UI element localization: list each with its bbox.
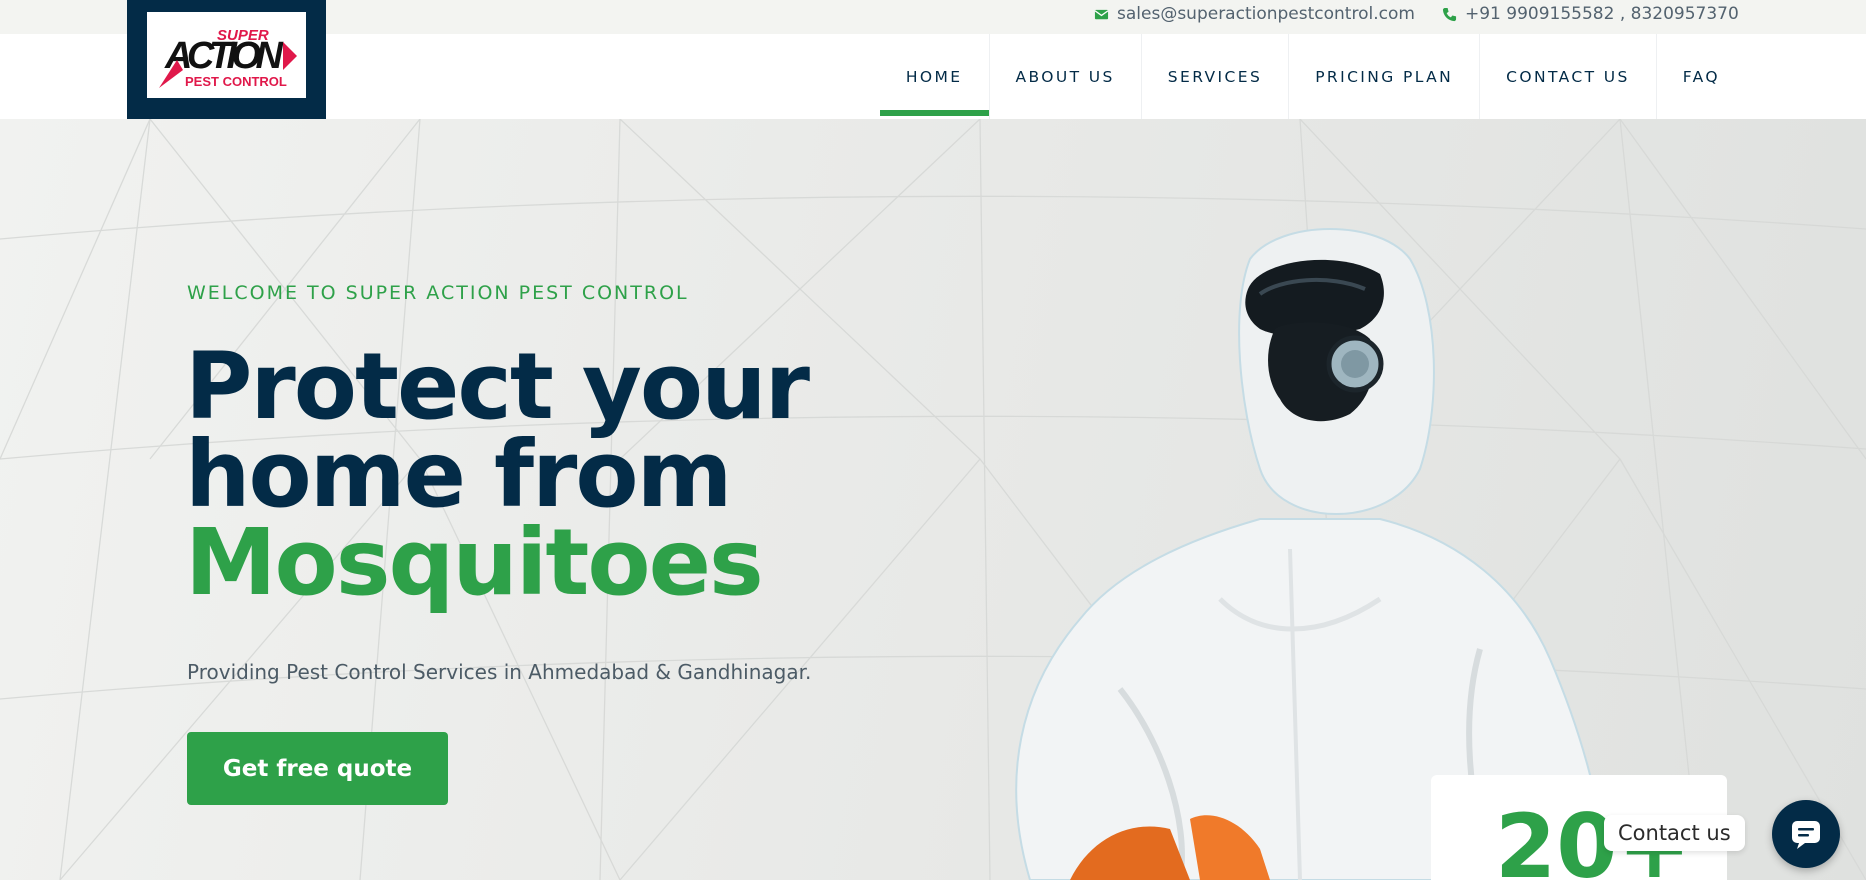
contact-fab-button[interactable] <box>1772 800 1840 868</box>
nav-contact-us[interactable]: CONTACT US <box>1480 34 1657 119</box>
headline-line-2: home from <box>185 421 732 528</box>
email-text[interactable]: sales@superactionpestcontrol.com <box>1117 4 1415 24</box>
nav-home[interactable]: HOME <box>879 34 990 119</box>
main-nav: HOME ABOUT US SERVICES PRICING PLAN CONT… <box>879 34 1720 119</box>
nav-faq-label[interactable]: FAQ <box>1683 68 1720 86</box>
logo-pest-control: PEST CONTROL <box>185 74 287 89</box>
logo-graphic: SUPER ACTION PEST CONTROL <box>159 27 297 89</box>
logo[interactable]: SUPER ACTION PEST CONTROL <box>127 0 326 119</box>
logo-mark: SUPER ACTION PEST CONTROL <box>147 12 306 98</box>
nav-about-label[interactable]: ABOUT US <box>1016 68 1115 86</box>
nav-about-us[interactable]: ABOUT US <box>990 34 1142 119</box>
nav-faq[interactable]: FAQ <box>1657 34 1720 119</box>
contact-us-label[interactable]: Contact us <box>1618 821 1731 845</box>
topbar-phone[interactable]: +91 9909155582 , 8320957370 <box>1442 4 1739 24</box>
logo-action: ACTION <box>164 35 285 77</box>
headline-line-1: Protect your <box>185 333 810 440</box>
phone-text[interactable]: +91 9909155582 , 8320957370 <box>1465 4 1739 24</box>
hero-headline: Protect your home from Mosquitoes <box>185 333 810 616</box>
envelope-icon <box>1094 9 1109 19</box>
get-free-quote-button[interactable]: Get free quote <box>187 732 448 805</box>
hero-section: WELCOME TO SUPER ACTION PEST CONTROL Pro… <box>0 119 1866 880</box>
nav-home-label[interactable]: HOME <box>906 68 963 86</box>
topbar-email[interactable]: sales@superactionpestcontrol.com <box>1094 4 1415 24</box>
quote-button-label[interactable]: Get free quote <box>223 756 412 782</box>
nav-pricing-label[interactable]: PRICING PLAN <box>1315 68 1453 86</box>
contact-us-bubble[interactable]: Contact us <box>1604 815 1745 851</box>
hero-subtext: Providing Pest Control Services in Ahmed… <box>187 660 812 684</box>
headline-accent: Mosquitoes <box>185 509 764 616</box>
nav-services[interactable]: SERVICES <box>1142 34 1290 119</box>
phone-icon <box>1442 7 1457 21</box>
nav-pricing-plan[interactable]: PRICING PLAN <box>1289 34 1481 119</box>
welcome-tagline: WELCOME TO SUPER ACTION PEST CONTROL <box>187 282 689 304</box>
chat-icon <box>1792 821 1820 849</box>
nav-services-label[interactable]: SERVICES <box>1168 68 1262 86</box>
nav-contact-label[interactable]: CONTACT US <box>1506 68 1630 86</box>
